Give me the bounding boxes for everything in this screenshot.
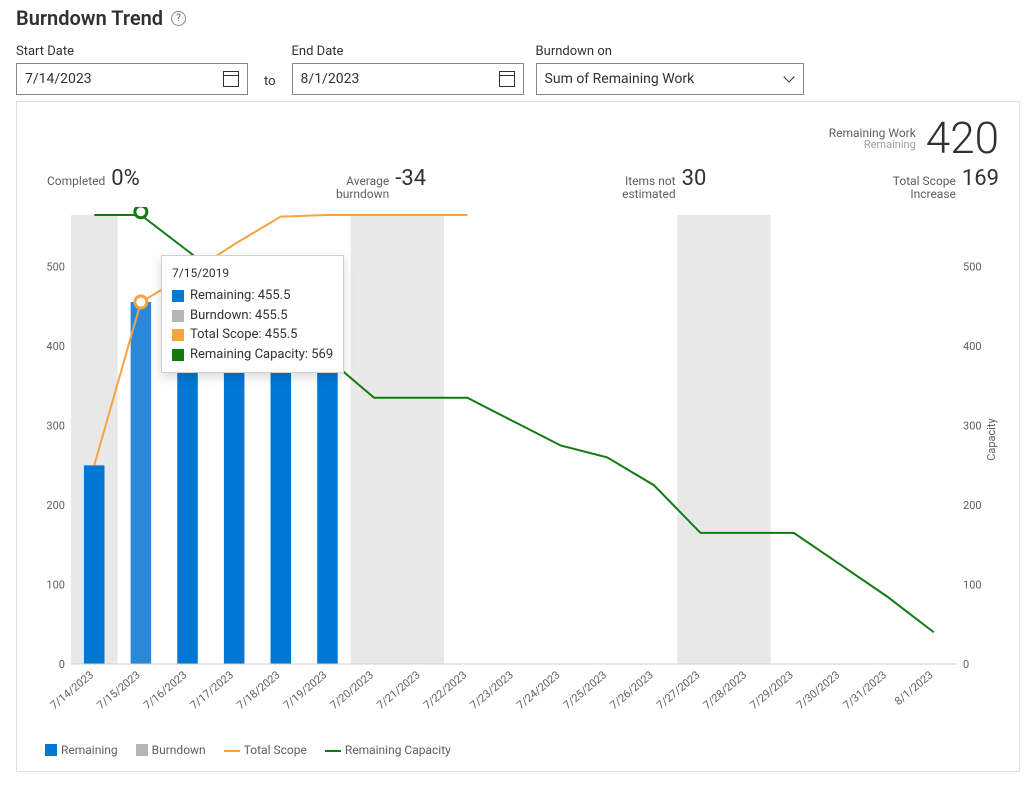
kpi-completed: Completed 0% bbox=[47, 166, 140, 201]
kpi-top-line1: Remaining Work bbox=[829, 127, 916, 139]
filter-bar: Start Date 7/14/2023 to End Date 8/1/202… bbox=[16, 44, 1020, 95]
y-left-tick: 300 bbox=[46, 420, 65, 433]
y-left-tick: 200 bbox=[46, 499, 65, 512]
tooltip-text: Total Scope: 455.5 bbox=[190, 325, 297, 345]
start-date-value: 7/14/2023 bbox=[25, 71, 92, 87]
x-tick-label: 7/26/2023 bbox=[607, 669, 655, 713]
tooltip-row: Total Scope: 455.5 bbox=[172, 325, 333, 345]
legend-remaining[interactable]: Remaining bbox=[45, 743, 118, 757]
line-marker[interactable] bbox=[135, 296, 147, 308]
legend-swatch bbox=[172, 349, 184, 361]
to-word: to bbox=[260, 74, 280, 95]
kpi-label: Completed bbox=[47, 175, 105, 188]
x-tick-label: 7/28/2023 bbox=[701, 669, 749, 713]
x-tick-label: 7/16/2023 bbox=[141, 669, 189, 713]
x-tick-label: 7/15/2023 bbox=[94, 669, 142, 713]
start-date-input[interactable]: 7/14/2023 bbox=[16, 63, 248, 95]
kpi-remaining-work: Remaining Work Remaining 420 bbox=[17, 102, 1019, 160]
legend-label: Remaining Capacity bbox=[345, 743, 451, 757]
x-tick-label: 7/19/2023 bbox=[281, 669, 329, 713]
kpi-value: 30 bbox=[682, 166, 707, 191]
kpi-avg-burndown: Average burndown -34 bbox=[309, 166, 426, 201]
tooltip-row: Remaining: 455.5 bbox=[172, 286, 333, 306]
end-date-value: 8/1/2023 bbox=[301, 71, 360, 87]
x-tick-label: 7/23/2023 bbox=[468, 669, 516, 713]
y-right-tick: 500 bbox=[963, 261, 982, 274]
bar-remaining[interactable] bbox=[177, 331, 198, 665]
burndown-on-select[interactable]: Sum of Remaining Work bbox=[536, 63, 804, 95]
burndown-on-value: Sum of Remaining Work bbox=[545, 71, 695, 87]
bar-remaining[interactable] bbox=[224, 331, 245, 665]
kpi-value: 169 bbox=[962, 166, 999, 191]
x-tick-label: 7/24/2023 bbox=[514, 669, 562, 713]
y-right-tick: 0 bbox=[963, 658, 969, 671]
legend-label: Total Scope bbox=[244, 743, 307, 757]
kpi-scope-increase: Total Scope Increase 169 bbox=[876, 166, 999, 201]
kpi-top-line2: Remaining bbox=[829, 139, 916, 150]
kpi-top-value: 420 bbox=[926, 116, 999, 160]
calendar-icon[interactable] bbox=[223, 71, 239, 87]
legend-remaining-capacity[interactable]: Remaining Capacity bbox=[325, 743, 451, 757]
x-tick-label: 7/27/2023 bbox=[654, 669, 702, 713]
kpi-label: Average burndown bbox=[309, 175, 389, 201]
x-tick-label: 7/21/2023 bbox=[374, 669, 422, 713]
calendar-icon[interactable] bbox=[499, 71, 515, 87]
bar-remaining[interactable] bbox=[84, 466, 105, 665]
legend-swatch bbox=[172, 290, 184, 302]
line-marker[interactable] bbox=[135, 207, 147, 218]
kpi-not-estimated: Items not estimated 30 bbox=[596, 166, 707, 201]
x-tick-label: 8/1/2023 bbox=[892, 669, 936, 709]
chart-legend: Remaining Burndown Total Scope Remaining… bbox=[17, 737, 1019, 757]
kpi-value: -34 bbox=[395, 166, 426, 191]
legend-label: Burndown bbox=[152, 743, 206, 757]
legend-swatch bbox=[172, 310, 184, 322]
tooltip-text: Remaining Capacity: 569 bbox=[190, 345, 333, 365]
x-tick-label: 7/17/2023 bbox=[188, 669, 236, 713]
x-tick-label: 7/25/2023 bbox=[561, 669, 609, 713]
x-tick-label: 7/30/2023 bbox=[794, 669, 842, 713]
legend-swatch bbox=[172, 329, 184, 341]
bar-remaining[interactable] bbox=[271, 331, 292, 665]
kpi-label: Total Scope Increase bbox=[876, 175, 956, 201]
tooltip-date: 7/15/2019 bbox=[172, 264, 333, 282]
y-right-title: Capacity bbox=[985, 418, 998, 461]
end-date-input[interactable]: 8/1/2023 bbox=[292, 63, 524, 95]
tooltip-row: Burndown: 455.5 bbox=[172, 306, 333, 326]
end-date-label: End Date bbox=[292, 44, 524, 59]
y-left-tick: 100 bbox=[46, 579, 65, 592]
y-right-tick: 200 bbox=[963, 499, 982, 512]
start-date-label: Start Date bbox=[16, 44, 248, 59]
chart-panel: Remaining Work Remaining 420 Completed 0… bbox=[16, 101, 1020, 772]
tooltip-text: Remaining: 455.5 bbox=[190, 286, 290, 306]
legend-burndown[interactable]: Burndown bbox=[136, 743, 206, 757]
kpi-label: Items not estimated bbox=[596, 175, 676, 201]
weekend-band bbox=[351, 215, 444, 664]
chart-tooltip: 7/15/2019 Remaining: 455.5Burndown: 455.… bbox=[161, 255, 344, 373]
x-tick-label: 7/31/2023 bbox=[841, 669, 889, 713]
x-tick-label: 7/18/2023 bbox=[234, 669, 282, 713]
y-left-tick: 500 bbox=[46, 261, 65, 274]
kpi-value: 0% bbox=[111, 166, 139, 191]
y-right-tick: 400 bbox=[963, 340, 982, 353]
x-tick-label: 7/14/2023 bbox=[48, 669, 96, 713]
y-left-tick: 0 bbox=[59, 658, 65, 671]
help-icon[interactable]: ? bbox=[171, 11, 186, 26]
tooltip-text: Burndown: 455.5 bbox=[190, 306, 288, 326]
x-tick-label: 7/20/2023 bbox=[328, 669, 376, 713]
bar-remaining[interactable] bbox=[317, 331, 338, 665]
page-title: Burndown Trend bbox=[16, 6, 163, 30]
y-right-tick: 100 bbox=[963, 579, 982, 592]
x-tick-label: 7/22/2023 bbox=[421, 669, 469, 713]
legend-label: Remaining bbox=[61, 743, 118, 757]
chevron-down-icon bbox=[783, 73, 795, 85]
weekend-band bbox=[677, 215, 770, 664]
y-left-tick: 400 bbox=[46, 340, 65, 353]
legend-total-scope[interactable]: Total Scope bbox=[224, 743, 307, 757]
burndown-on-label: Burndown on bbox=[536, 44, 804, 59]
y-right-tick: 300 bbox=[963, 420, 982, 433]
x-tick-label: 7/29/2023 bbox=[747, 669, 795, 713]
bar-remaining[interactable] bbox=[131, 302, 152, 664]
tooltip-row: Remaining Capacity: 569 bbox=[172, 345, 333, 365]
